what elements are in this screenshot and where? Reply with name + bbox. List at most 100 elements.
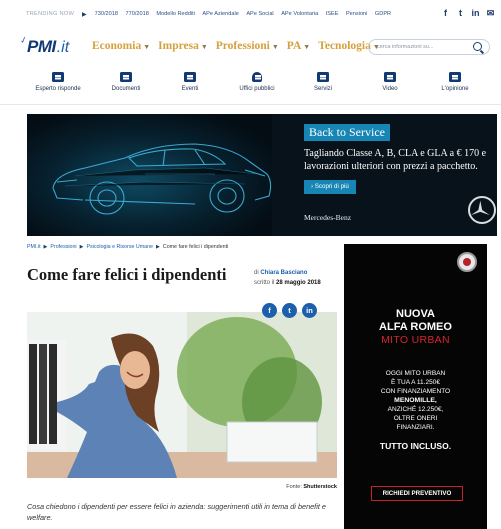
- logo-main: PMI: [27, 37, 56, 56]
- ad-headline: NUOVA: [396, 308, 435, 320]
- offer-line: È TUA A 11.250€: [391, 379, 440, 386]
- trending-link[interactable]: 770/2018: [126, 11, 149, 17]
- facebook-icon[interactable]: f: [262, 303, 277, 318]
- chevron-down-icon: ▼: [143, 43, 151, 51]
- mercedes-star-logo: [468, 196, 496, 224]
- search-icon[interactable]: [473, 42, 482, 51]
- article-lead: Cosa chiedono i dipendenti per essere fe…: [27, 502, 326, 522]
- author-link[interactable]: Chiara Basciano: [260, 270, 307, 276]
- grid-icon: [317, 72, 329, 82]
- image-credit: Fonte: Shutterstock: [286, 484, 337, 490]
- breadcrumb-current: Come fare felici i dipendenti: [162, 244, 229, 250]
- menu-item-label: Economia: [92, 40, 142, 52]
- article-hero-image: [27, 312, 337, 478]
- main-nav: ✓ PMI .it Economia ▼ Impresa ▼ Professioni…: [0, 28, 501, 66]
- chevron-right-icon: ▶: [156, 244, 160, 250]
- share-buttons: f t in: [262, 303, 317, 318]
- trending-link[interactable]: ISEE: [326, 11, 339, 17]
- breadcrumb: PMI.it ▶ Professioni ▶ Psicologia e Risorse …: [27, 244, 228, 250]
- chevron-right-icon: ▶: [79, 244, 84, 250]
- menu-item-label: PA: [286, 40, 302, 52]
- chevron-down-icon: ▼: [200, 43, 208, 51]
- menu-item-economia[interactable]: Economia ▼: [92, 40, 150, 52]
- ad-text: Tagliando Classe A, B, CLA e GLA a € 170…: [304, 148, 487, 172]
- alfa-romeo-side-ad[interactable]: NUOVA ALFA ROMEO MITO URBAN OGGI MITO UR…: [344, 244, 487, 529]
- ad-cta-button[interactable]: › Scopri di più: [304, 180, 356, 194]
- menu-item-label: Tecnologia: [318, 40, 371, 52]
- offer-highlight: MENOMILLE,: [394, 397, 437, 404]
- shortcut-label: Eventi: [181, 86, 199, 92]
- trending-link[interactable]: Pensioni: [346, 11, 367, 17]
- logo-suffix: .it: [56, 39, 70, 56]
- folder-icon: [120, 72, 132, 82]
- menu-item-pa[interactable]: PA ▼: [287, 40, 310, 52]
- trending-link[interactable]: APe Volontaria: [281, 11, 318, 17]
- ad-title: Back to Service: [304, 124, 390, 141]
- breadcrumb-link[interactable]: Professioni: [50, 244, 76, 250]
- trending-link[interactable]: Modello Redditi: [156, 11, 195, 17]
- menu-item-professioni[interactable]: Professioni ▼: [216, 40, 279, 52]
- mail-icon[interactable]: ✉: [486, 8, 495, 19]
- shortcut-label: Esperto risponde: [35, 86, 81, 92]
- shortcut-opinione[interactable]: L'opinione: [415, 72, 495, 92]
- ad-model-variant: MITO URBAN: [381, 334, 450, 346]
- shortcut-label: Documenti: [111, 86, 141, 92]
- chevron-down-icon: ▼: [303, 43, 311, 51]
- ad-offer: OGGI MITO URBAN È TUA A 11.250€ CON FINA…: [356, 369, 475, 432]
- offer-line: OLTRE ONERI: [393, 415, 438, 422]
- credit-prefix: Fonte:: [286, 484, 302, 490]
- chevron-right-icon: ▶: [82, 11, 87, 18]
- document-icon: [449, 72, 461, 82]
- chat-icon: [52, 72, 64, 82]
- trending-link[interactable]: APe Social: [246, 11, 273, 17]
- office-icon: [252, 72, 262, 82]
- article-date: 28 maggio 2018: [276, 280, 321, 286]
- shortcut-label: Uffici pubblici: [239, 86, 275, 92]
- twitter-icon[interactable]: t: [456, 8, 465, 19]
- byline-prefix: di: [254, 270, 259, 276]
- request-quote-button[interactable]: RICHIEDI PREVENTIVO: [371, 486, 463, 501]
- shortcut-label: Servizi: [313, 86, 332, 92]
- breadcrumb-link[interactable]: PMI.it: [27, 244, 41, 250]
- social-links: f t in ✉: [441, 8, 495, 19]
- offer-line: MENOMILLE,: [356, 396, 475, 405]
- linkedin-icon[interactable]: in: [471, 8, 480, 19]
- article-byline: di Chiara Basciano scritto il 28 maggio …: [254, 268, 321, 288]
- offer-line: CON FINANZIAMENTO: [380, 388, 451, 395]
- shortcut-label: L'opinione: [441, 86, 469, 92]
- calendar-icon: [184, 72, 196, 82]
- facebook-icon[interactable]: f: [441, 8, 450, 19]
- breadcrumb-link[interactable]: Psicologia e Risorse Umane: [86, 244, 153, 250]
- divider: [0, 104, 501, 105]
- category-menu: Economia ▼ Impresa ▼ Professioni ▼ PA ▼ Tecn…: [92, 40, 380, 52]
- ad-brand: Mercedes-Benz: [304, 213, 352, 222]
- article-title: Come fare felici i dipendenti: [27, 265, 227, 284]
- ad-all-included: TUTTO INCLUSO.: [379, 441, 452, 451]
- search-input[interactable]: cerca informazioni su...: [368, 39, 490, 55]
- menu-item-impresa[interactable]: Impresa ▼: [158, 40, 208, 52]
- credit-source: Shutterstock: [303, 484, 337, 490]
- offer-line: OGGI MITO URBAN: [385, 370, 446, 377]
- date-prefix: scritto il: [254, 280, 275, 286]
- alfa-romeo-logo: [457, 252, 477, 272]
- mercedes-banner-ad[interactable]: Back to Service Tagliando Classe A, B, C…: [27, 114, 497, 236]
- section-shortcuts: Esperto risponde Documenti Eventi Uffici…: [0, 66, 501, 102]
- chevron-down-icon: ▼: [271, 43, 279, 51]
- linkedin-icon[interactable]: in: [302, 303, 317, 318]
- trending-label: TRENDING NOW: [26, 11, 75, 17]
- hero-photo-illustration: [27, 312, 337, 478]
- trending-link[interactable]: APe Aziendale: [202, 11, 238, 17]
- offer-line: FINANZIARI.: [396, 424, 435, 431]
- search-placeholder: cerca informazioni su...: [377, 44, 434, 50]
- trending-link[interactable]: GDPR: [375, 11, 391, 17]
- car-illustration: [52, 143, 272, 215]
- trending-bar: TRENDING NOW ▶ 730/2018 770/2018 Modello…: [0, 0, 501, 28]
- play-icon: [384, 72, 396, 82]
- offer-line: ANZICHÉ 12.250€,: [387, 406, 444, 413]
- menu-item-label: Professioni: [215, 40, 270, 52]
- site-logo[interactable]: ✓ PMI .it: [19, 34, 70, 57]
- menu-item-label: Impresa: [158, 40, 199, 52]
- trending-link[interactable]: 730/2018: [95, 11, 118, 17]
- chevron-right-icon: ▶: [43, 244, 48, 250]
- twitter-icon[interactable]: t: [282, 303, 297, 318]
